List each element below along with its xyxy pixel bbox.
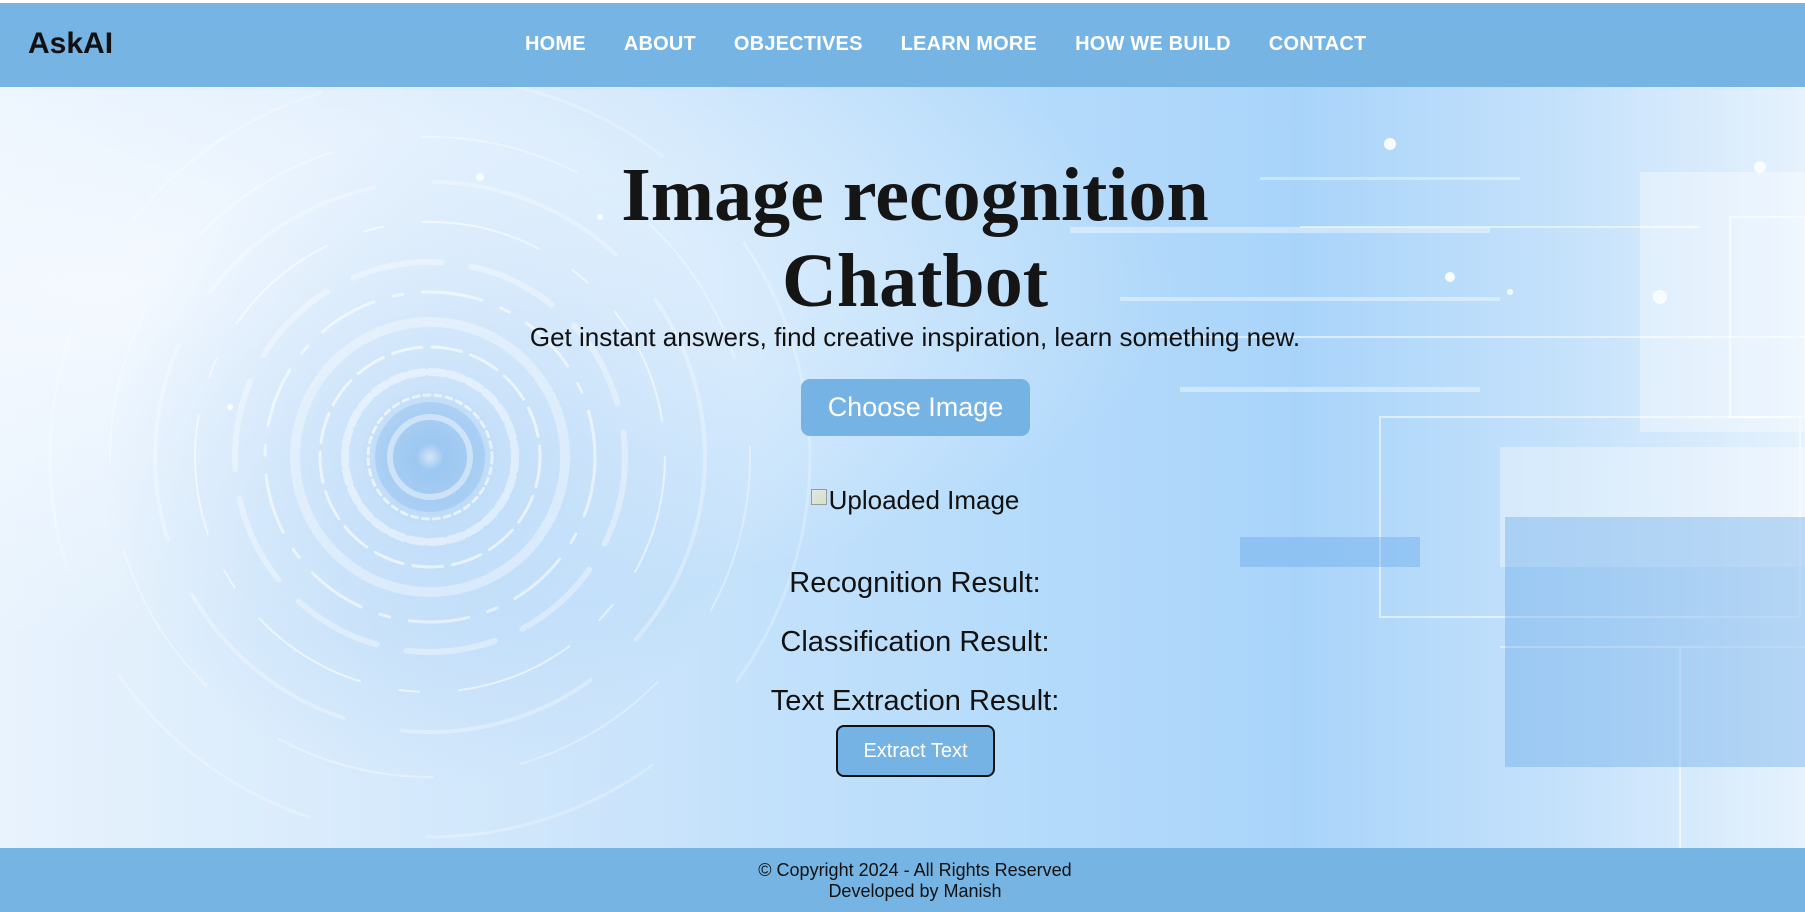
choose-image-button[interactable]: Choose Image xyxy=(801,379,1030,436)
page: AskAI HOME ABOUT OBJECTIVES LEARN MORE H… xyxy=(0,0,1805,912)
developer-credit: Developed by Manish xyxy=(828,881,1002,901)
page-title: Image recognition Chatbot xyxy=(0,152,1805,324)
recognition-result-label: Recognition Result: xyxy=(789,567,1041,599)
nav-home-link[interactable]: HOME xyxy=(525,33,586,61)
title-line-1: Image recognition xyxy=(621,153,1209,237)
broken-image-icon xyxy=(810,489,827,505)
page-subtitle: Get instant answers, find creative inspi… xyxy=(529,322,1301,352)
uploaded-image: Uploaded Image xyxy=(0,485,1805,516)
footer: © Copyright 2024 - All Rights Reserved D… xyxy=(0,848,1805,912)
nav-learn-more-link[interactable]: LEARN MORE xyxy=(901,33,1037,61)
uploaded-image-alt-text: Uploaded Image xyxy=(828,485,1020,515)
navbar: AskAI HOME ABOUT OBJECTIVES LEARN MORE H… xyxy=(0,3,1805,87)
copyright-text: © Copyright 2024 - All Rights Reserved xyxy=(758,860,1072,880)
nav-contact-link[interactable]: CONTACT xyxy=(1269,33,1367,61)
brand-logo[interactable]: AskAI xyxy=(28,27,113,61)
title-line-2: Chatbot xyxy=(781,239,1049,323)
hero-section: Image recognition Chatbot Get instant an… xyxy=(0,87,1805,848)
hero-content: Image recognition Chatbot Get instant an… xyxy=(0,87,1805,848)
nav-objectives-link[interactable]: OBJECTIVES xyxy=(734,33,863,61)
nav-how-we-build-link[interactable]: HOW WE BUILD xyxy=(1075,33,1231,61)
classification-result-label: Classification Result: xyxy=(780,626,1050,658)
text-extraction-result-label: Text Extraction Result: xyxy=(770,685,1060,717)
extract-text-button[interactable]: Extract Text xyxy=(836,725,995,777)
nav-about-link[interactable]: ABOUT xyxy=(624,33,696,61)
nav-menu: HOME ABOUT OBJECTIVES LEARN MORE HOW WE … xyxy=(525,33,1404,61)
